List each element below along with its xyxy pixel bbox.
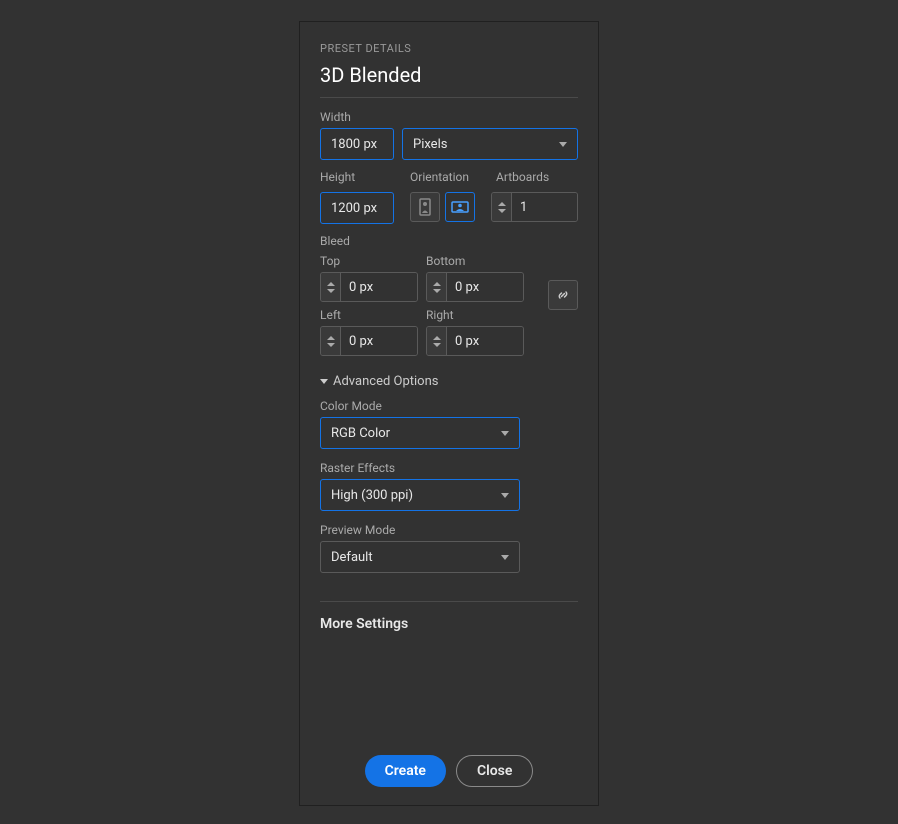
bleed-bottom-value[interactable]: 0 px — [447, 273, 523, 301]
width-label: Width — [320, 110, 578, 124]
color-mode-value: RGB Color — [331, 426, 390, 441]
stepper-down-icon[interactable] — [433, 289, 441, 293]
chevron-down-icon — [501, 431, 509, 436]
color-mode-label: Color Mode — [320, 399, 578, 413]
bleed-right-value[interactable]: 0 px — [447, 327, 523, 355]
chevron-down-icon — [501, 555, 509, 560]
width-input[interactable]: 1800 px — [320, 128, 394, 160]
stepper-up-icon[interactable] — [327, 336, 335, 340]
chevron-down-icon — [320, 379, 328, 384]
orientation-portrait-button[interactable] — [410, 192, 440, 222]
bleed-right-stepper[interactable]: 0 px — [426, 326, 524, 356]
create-button[interactable]: Create — [365, 755, 446, 787]
stepper-down-icon[interactable] — [327, 289, 335, 293]
bleed-bottom-stepper[interactable]: 0 px — [426, 272, 524, 302]
preset-details-label: PRESET DETAILS — [320, 42, 578, 55]
link-icon — [556, 288, 570, 302]
artboards-label: Artboards — [496, 170, 578, 184]
bleed-left-stepper[interactable]: 0 px — [320, 326, 418, 356]
document-title[interactable]: 3D Blended — [320, 63, 578, 98]
stepper-down-icon[interactable] — [498, 209, 506, 213]
units-dropdown[interactable]: Pixels — [402, 128, 578, 160]
bleed-left-label: Left — [320, 308, 418, 322]
bleed-bottom-label: Bottom — [426, 254, 524, 268]
stepper-up-icon[interactable] — [433, 282, 441, 286]
height-input[interactable]: 1200 px — [320, 192, 394, 224]
landscape-icon — [451, 200, 469, 214]
bleed-top-stepper[interactable]: 0 px — [320, 272, 418, 302]
units-value: Pixels — [413, 137, 447, 152]
raster-effects-value: High (300 ppi) — [331, 488, 413, 503]
bleed-top-value[interactable]: 0 px — [341, 273, 417, 301]
new-document-panel: PRESET DETAILS 3D Blended Width 1800 px … — [299, 21, 599, 806]
link-bleed-button[interactable] — [548, 280, 578, 310]
orientation-landscape-button[interactable] — [445, 192, 475, 222]
advanced-options-toggle[interactable]: Advanced Options — [320, 374, 578, 389]
preview-mode-dropdown[interactable]: Default — [320, 541, 520, 573]
bleed-left-value[interactable]: 0 px — [341, 327, 417, 355]
advanced-options-label: Advanced Options — [333, 374, 438, 389]
raster-effects-dropdown[interactable]: High (300 ppi) — [320, 479, 520, 511]
stepper-down-icon[interactable] — [433, 343, 441, 347]
stepper-up-icon[interactable] — [433, 336, 441, 340]
portrait-icon — [418, 198, 432, 216]
more-settings-link[interactable]: More Settings — [320, 616, 578, 632]
artboards-stepper[interactable]: 1 — [491, 192, 578, 222]
preview-mode-value: Default — [331, 550, 373, 565]
stepper-up-icon[interactable] — [498, 202, 506, 206]
orientation-label: Orientation — [410, 170, 480, 184]
raster-effects-label: Raster Effects — [320, 461, 578, 475]
chevron-down-icon — [559, 142, 567, 147]
bleed-label: Bleed — [320, 234, 578, 248]
bleed-right-label: Right — [426, 308, 524, 322]
preview-mode-label: Preview Mode — [320, 523, 578, 537]
stepper-down-icon[interactable] — [327, 343, 335, 347]
height-label: Height — [320, 170, 394, 184]
color-mode-dropdown[interactable]: RGB Color — [320, 417, 520, 449]
close-button[interactable]: Close — [456, 755, 533, 787]
stepper-up-icon[interactable] — [327, 282, 335, 286]
artboards-value[interactable]: 1 — [512, 193, 577, 221]
bleed-top-label: Top — [320, 254, 418, 268]
chevron-down-icon — [501, 493, 509, 498]
divider — [320, 601, 578, 602]
